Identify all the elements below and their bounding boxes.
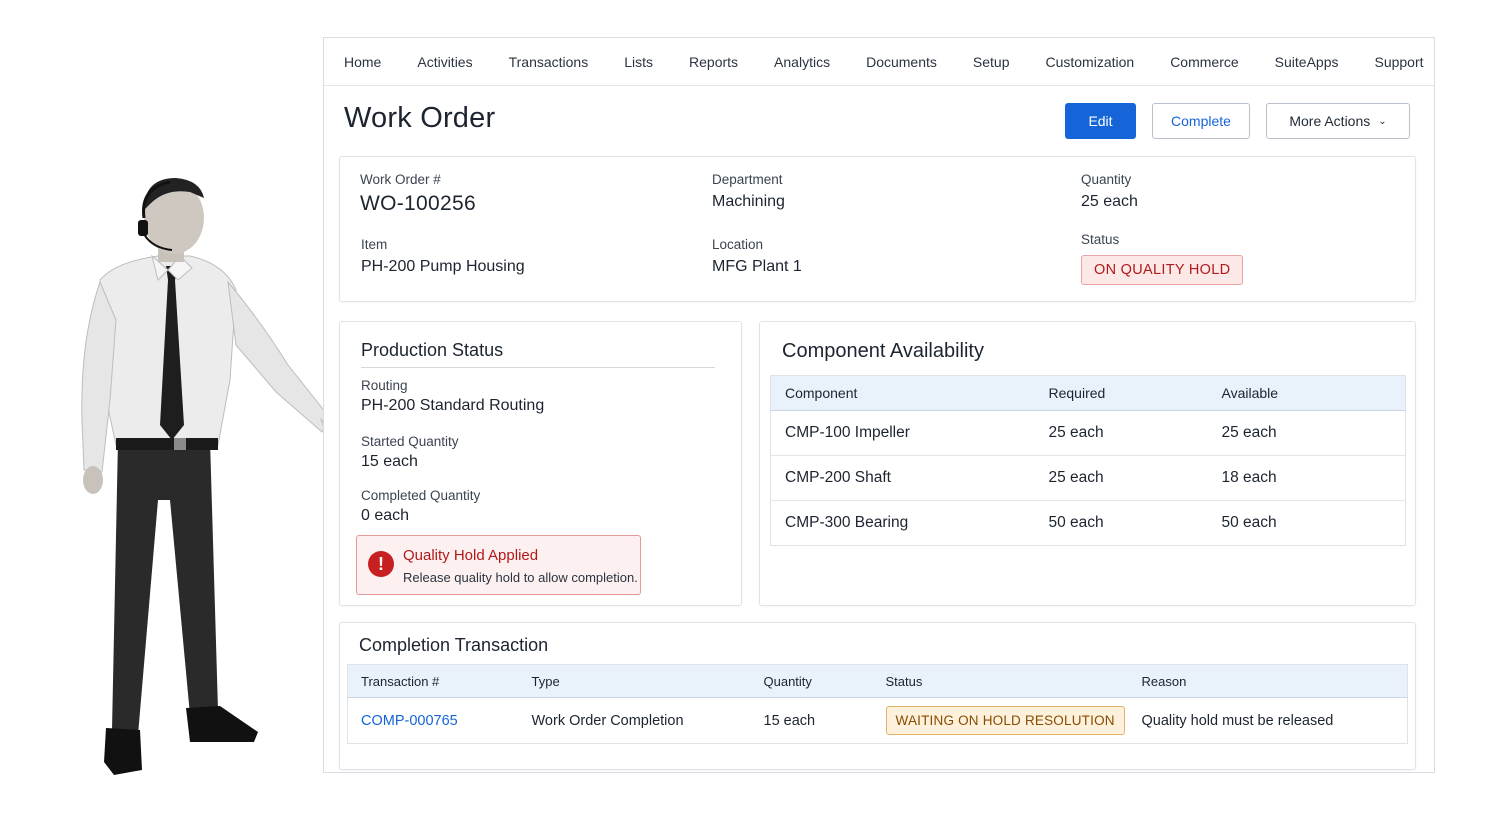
transaction-quantity: 15 each [763, 712, 816, 729]
quantity-label: Quantity [1081, 172, 1132, 187]
nav-customization[interactable]: Customization [1045, 54, 1134, 70]
more-actions-label: More Actions [1289, 113, 1371, 129]
component-name: CMP-300 Bearing [785, 514, 909, 531]
column-header-transaction: Transaction # [347, 664, 532, 698]
nav-suiteapps[interactable]: SuiteApps [1275, 54, 1339, 70]
edit-button[interactable]: Edit [1065, 103, 1136, 139]
routing-value: PH-200 Standard Routing [361, 397, 545, 414]
item-value: PH-200 Pump Housing [361, 258, 525, 275]
table-row: CMP-100 Impeller 25 each 25 each [770, 410, 1406, 456]
transaction-link[interactable]: COMP-000765 [361, 713, 458, 729]
nav-reports[interactable]: Reports [689, 54, 738, 70]
quantity-field: Quantity 25 each [1081, 172, 1138, 211]
available-quantity: 18 each [1221, 455, 1406, 501]
work-order-summary: Work Order # WO-100256 Department Machin… [339, 156, 1416, 302]
page-title: Work Order [344, 102, 496, 134]
location-label: Location [712, 237, 764, 252]
column-header-component: Component [770, 375, 1049, 411]
component-availability-panel: Component Availability Component Require… [759, 321, 1416, 606]
action-bar: Edit Complete More Actions ⌄ [1065, 103, 1410, 139]
component-table: Component Required Available CMP-100 Imp… [770, 375, 1406, 546]
table-header-row: Component Required Available [770, 375, 1406, 411]
required-quantity: 25 each [1048, 410, 1222, 456]
nav-activities[interactable]: Activities [417, 54, 472, 70]
nav-lists[interactable]: Lists [624, 54, 653, 70]
table-row: COMP-000765 Work Order Completion 15 eac… [348, 698, 1408, 744]
started-quantity-value: 15 each [361, 453, 418, 470]
routing-field: Routing PH-200 Standard Routing [361, 378, 544, 415]
more-actions-button[interactable]: More Actions ⌄ [1266, 103, 1410, 139]
component-name: CMP-200 Shaft [770, 455, 1049, 501]
chevron-down-icon: ⌄ [1378, 115, 1387, 127]
complete-button[interactable]: Complete [1152, 103, 1250, 139]
completion-transaction-title: Completion Transaction [359, 635, 549, 655]
location-field: Location MFG Plant 1 [712, 237, 802, 276]
started-quantity-field: Started Quantity 15 each [361, 434, 459, 471]
nav-commerce[interactable]: Commerce [1170, 54, 1238, 70]
completed-quantity-label: Completed Quantity [361, 488, 481, 503]
column-header-status: Status [885, 664, 1142, 698]
completed-quantity-value: 0 each [361, 507, 410, 524]
nav-transactions[interactable]: Transactions [509, 54, 589, 70]
app-window: Home Activities Transactions Lists Repor… [323, 37, 1435, 773]
item-field: Item PH-200 Pump Housing [361, 237, 525, 276]
nav-analytics[interactable]: Analytics [774, 54, 830, 70]
available-quantity: 50 each [1221, 514, 1277, 531]
completion-transaction-panel: Completion Transaction Transaction # Typ… [339, 622, 1416, 770]
nav-documents[interactable]: Documents [866, 54, 937, 70]
component-name: CMP-100 Impeller [770, 410, 1049, 456]
required-quantity: 25 each [1048, 455, 1222, 501]
routing-label: Routing [361, 378, 408, 393]
column-header-available: Available [1221, 375, 1406, 411]
started-quantity-label: Started Quantity [361, 434, 459, 449]
transaction-reason: Quality hold must be released [1141, 712, 1334, 729]
production-status-title: Production Status [361, 340, 504, 360]
quality-hold-alert: ! Quality Hold Applied Release quality h… [356, 535, 641, 595]
location-value: MFG Plant 1 [712, 258, 802, 275]
nav-support[interactable]: Support [1374, 54, 1423, 70]
quantity-value: 25 each [1081, 193, 1138, 210]
alert-title: Quality Hold Applied [403, 547, 539, 564]
table-row: CMP-300 Bearing 50 each 50 each [771, 501, 1406, 546]
item-label: Item [361, 237, 388, 252]
table-row: CMP-200 Shaft 25 each 18 each [770, 455, 1406, 501]
column-header-required: Required [1048, 375, 1222, 411]
completed-quantity-field: Completed Quantity 0 each [361, 488, 480, 525]
nav-setup[interactable]: Setup [973, 54, 1010, 70]
work-order-number-label: Work Order # [360, 172, 441, 187]
required-quantity: 50 each [1048, 514, 1104, 531]
column-header-reason: Reason [1141, 664, 1408, 698]
column-header-type: Type [531, 664, 764, 698]
table-header-row: Transaction # Type Quantity Status Reaso… [347, 664, 1408, 698]
divider [361, 367, 715, 368]
status-badge: ON QUALITY HOLD [1081, 255, 1244, 285]
nav-home[interactable]: Home [344, 54, 381, 70]
alert-message: Release quality hold to allow completion… [403, 570, 638, 585]
transaction-status-badge: WAITING ON HOLD RESOLUTION [885, 706, 1125, 735]
production-status-panel: Production Status Routing PH-200 Standar… [339, 321, 742, 606]
available-quantity: 25 each [1221, 410, 1406, 456]
department-label: Department [712, 172, 783, 187]
transaction-table: Transaction # Type Quantity Status Reaso… [347, 664, 1408, 744]
alert-icon: ! [368, 551, 394, 577]
transaction-type: Work Order Completion [531, 712, 684, 729]
work-order-number: WO-100256 [360, 192, 476, 215]
status-label: Status [1081, 232, 1120, 247]
top-navigation: Home Activities Transactions Lists Repor… [324, 38, 1434, 86]
presenter-illustration [81, 178, 358, 775]
work-order-number-field: Work Order # WO-100256 [360, 172, 476, 216]
status-field: Status ON QUALITY HOLD [1081, 232, 1244, 285]
department-field: Department Machining [712, 172, 785, 211]
column-header-quantity: Quantity [763, 664, 886, 698]
department-value: Machining [712, 193, 785, 210]
component-availability-title: Component Availability [782, 340, 984, 362]
